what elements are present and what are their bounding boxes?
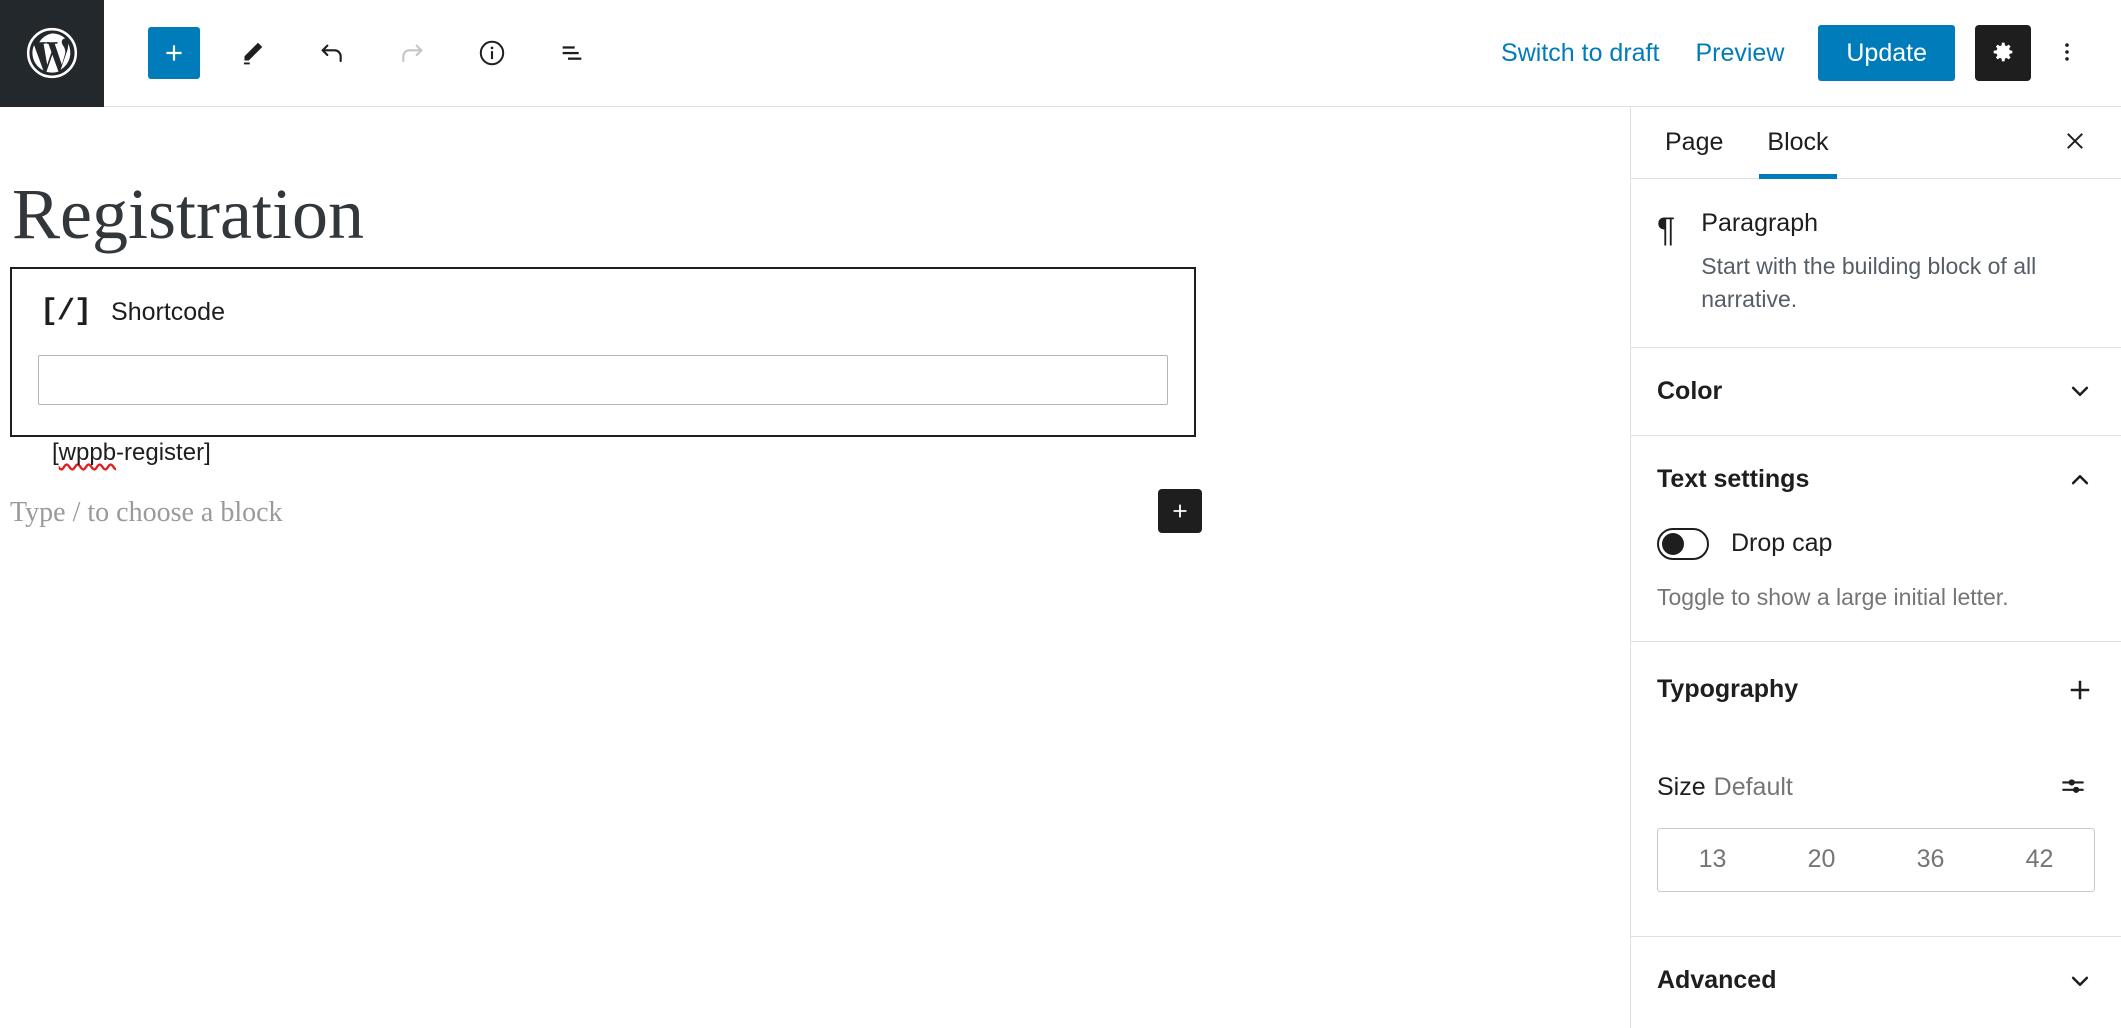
default-block-appender[interactable]: Type / to choose a block [10,489,1202,533]
list-view-icon [556,37,588,69]
settings-sidebar: Page Block ¶ Paragraph Start with the bu… [1630,107,2121,1028]
redo-button[interactable] [380,21,444,85]
text-settings-body: Drop cap Toggle to show a large initial … [1631,524,2121,642]
drop-cap-row: Drop cap [1657,524,2095,560]
inline-add-block-button[interactable] [1158,489,1202,533]
top-bar-actions: Switch to draft Preview Update [1483,25,2121,81]
undo-arrow-icon [316,37,348,69]
tab-block[interactable]: Block [1745,107,1850,179]
panel-color[interactable]: Color [1631,348,2121,436]
appender-placeholder: Type / to choose a block [10,497,283,528]
sidebar-tabs: Page Block [1631,107,2121,179]
close-sidebar-button[interactable] [2049,117,2101,169]
editor-canvas: Registration [/] Shortcode [wppb-registe… [0,107,1630,1028]
pencil-icon [237,38,267,68]
wordpress-logo-button[interactable] [0,0,104,107]
font-size-presets: 13 20 36 42 [1657,827,2095,892]
shortcode-remainder: -register] [116,439,211,466]
drop-cap-label: Drop cap [1731,529,1833,558]
details-button[interactable] [460,21,524,85]
drop-cap-toggle[interactable] [1657,527,1709,560]
font-size-value: Default [1713,773,1793,802]
switch-to-draft-button[interactable]: Switch to draft [1483,29,1677,78]
shortcode-open-bracket: [ [52,439,59,466]
shortcode-input[interactable] [38,355,1168,405]
font-size-preset-36[interactable]: 36 [1876,829,1985,891]
font-size-preset-20[interactable]: 20 [1767,829,1876,891]
panel-typography[interactable]: Typography [1631,642,2121,738]
font-size-settings-button[interactable] [2051,766,2095,810]
panel-typography-title: Typography [1657,675,1799,704]
gear-icon [1989,38,2017,69]
wordpress-logo-icon [24,25,80,81]
panel-advanced-title: Advanced [1657,966,1777,995]
sliders-icon [2058,771,2088,804]
block-card: ¶ Paragraph Start with the building bloc… [1631,179,2121,348]
font-size-row: Size Default [1631,766,2121,810]
shortcode-block[interactable]: [/] Shortcode [wppb-register] [10,267,1196,466]
editor-top-bar: Switch to draft Preview Update [0,0,2121,107]
font-size-preset-13[interactable]: 13 [1658,829,1767,891]
more-options-button[interactable] [2039,25,2095,81]
font-size-preset-42[interactable]: 42 [1985,829,2094,891]
chevron-up-icon [2065,465,2095,495]
shortcode-misspelled-word: wppb [58,439,117,466]
panel-text-settings-title: Text settings [1657,465,1810,494]
editor-tools-group [148,21,604,85]
block-card-description: Start with the building block of all nar… [1701,253,2037,313]
redo-arrow-icon [396,37,428,69]
info-circle-icon [476,37,508,69]
panel-text-settings[interactable]: Text settings [1631,436,2121,524]
tools-button[interactable] [220,21,284,85]
block-card-title: Paragraph [1701,209,1819,237]
plus-icon[interactable] [2065,675,2095,705]
shortcode-value-overlay: [wppb-register] [52,439,211,467]
settings-button[interactable] [1975,25,2031,81]
tab-page[interactable]: Page [1643,107,1745,178]
font-size-label: Size [1657,773,1706,802]
close-icon [2061,127,2089,158]
preview-button[interactable]: Preview [1677,29,1802,78]
page-title[interactable]: Registration [0,107,1630,254]
add-block-button[interactable] [148,27,200,79]
shortcode-block-label: Shortcode [111,297,225,326]
pilcrow-icon: ¶ [1657,211,1676,249]
undo-button[interactable] [300,21,364,85]
drop-cap-help-text: Toggle to show a large initial letter. [1657,583,2009,610]
kebab-menu-icon [2054,39,2080,68]
chevron-down-icon [2065,376,2095,406]
chevron-down-icon [2065,966,2095,996]
panel-advanced[interactable]: Advanced [1631,937,2121,1025]
drop-cap-toggle-knob [1662,532,1684,555]
shortcode-icon: [/] [40,295,92,329]
update-button[interactable]: Update [1818,25,1955,81]
list-view-button[interactable] [540,21,604,85]
shortcode-block-header: [/] Shortcode [12,269,1194,329]
panel-color-title: Color [1657,376,1723,405]
